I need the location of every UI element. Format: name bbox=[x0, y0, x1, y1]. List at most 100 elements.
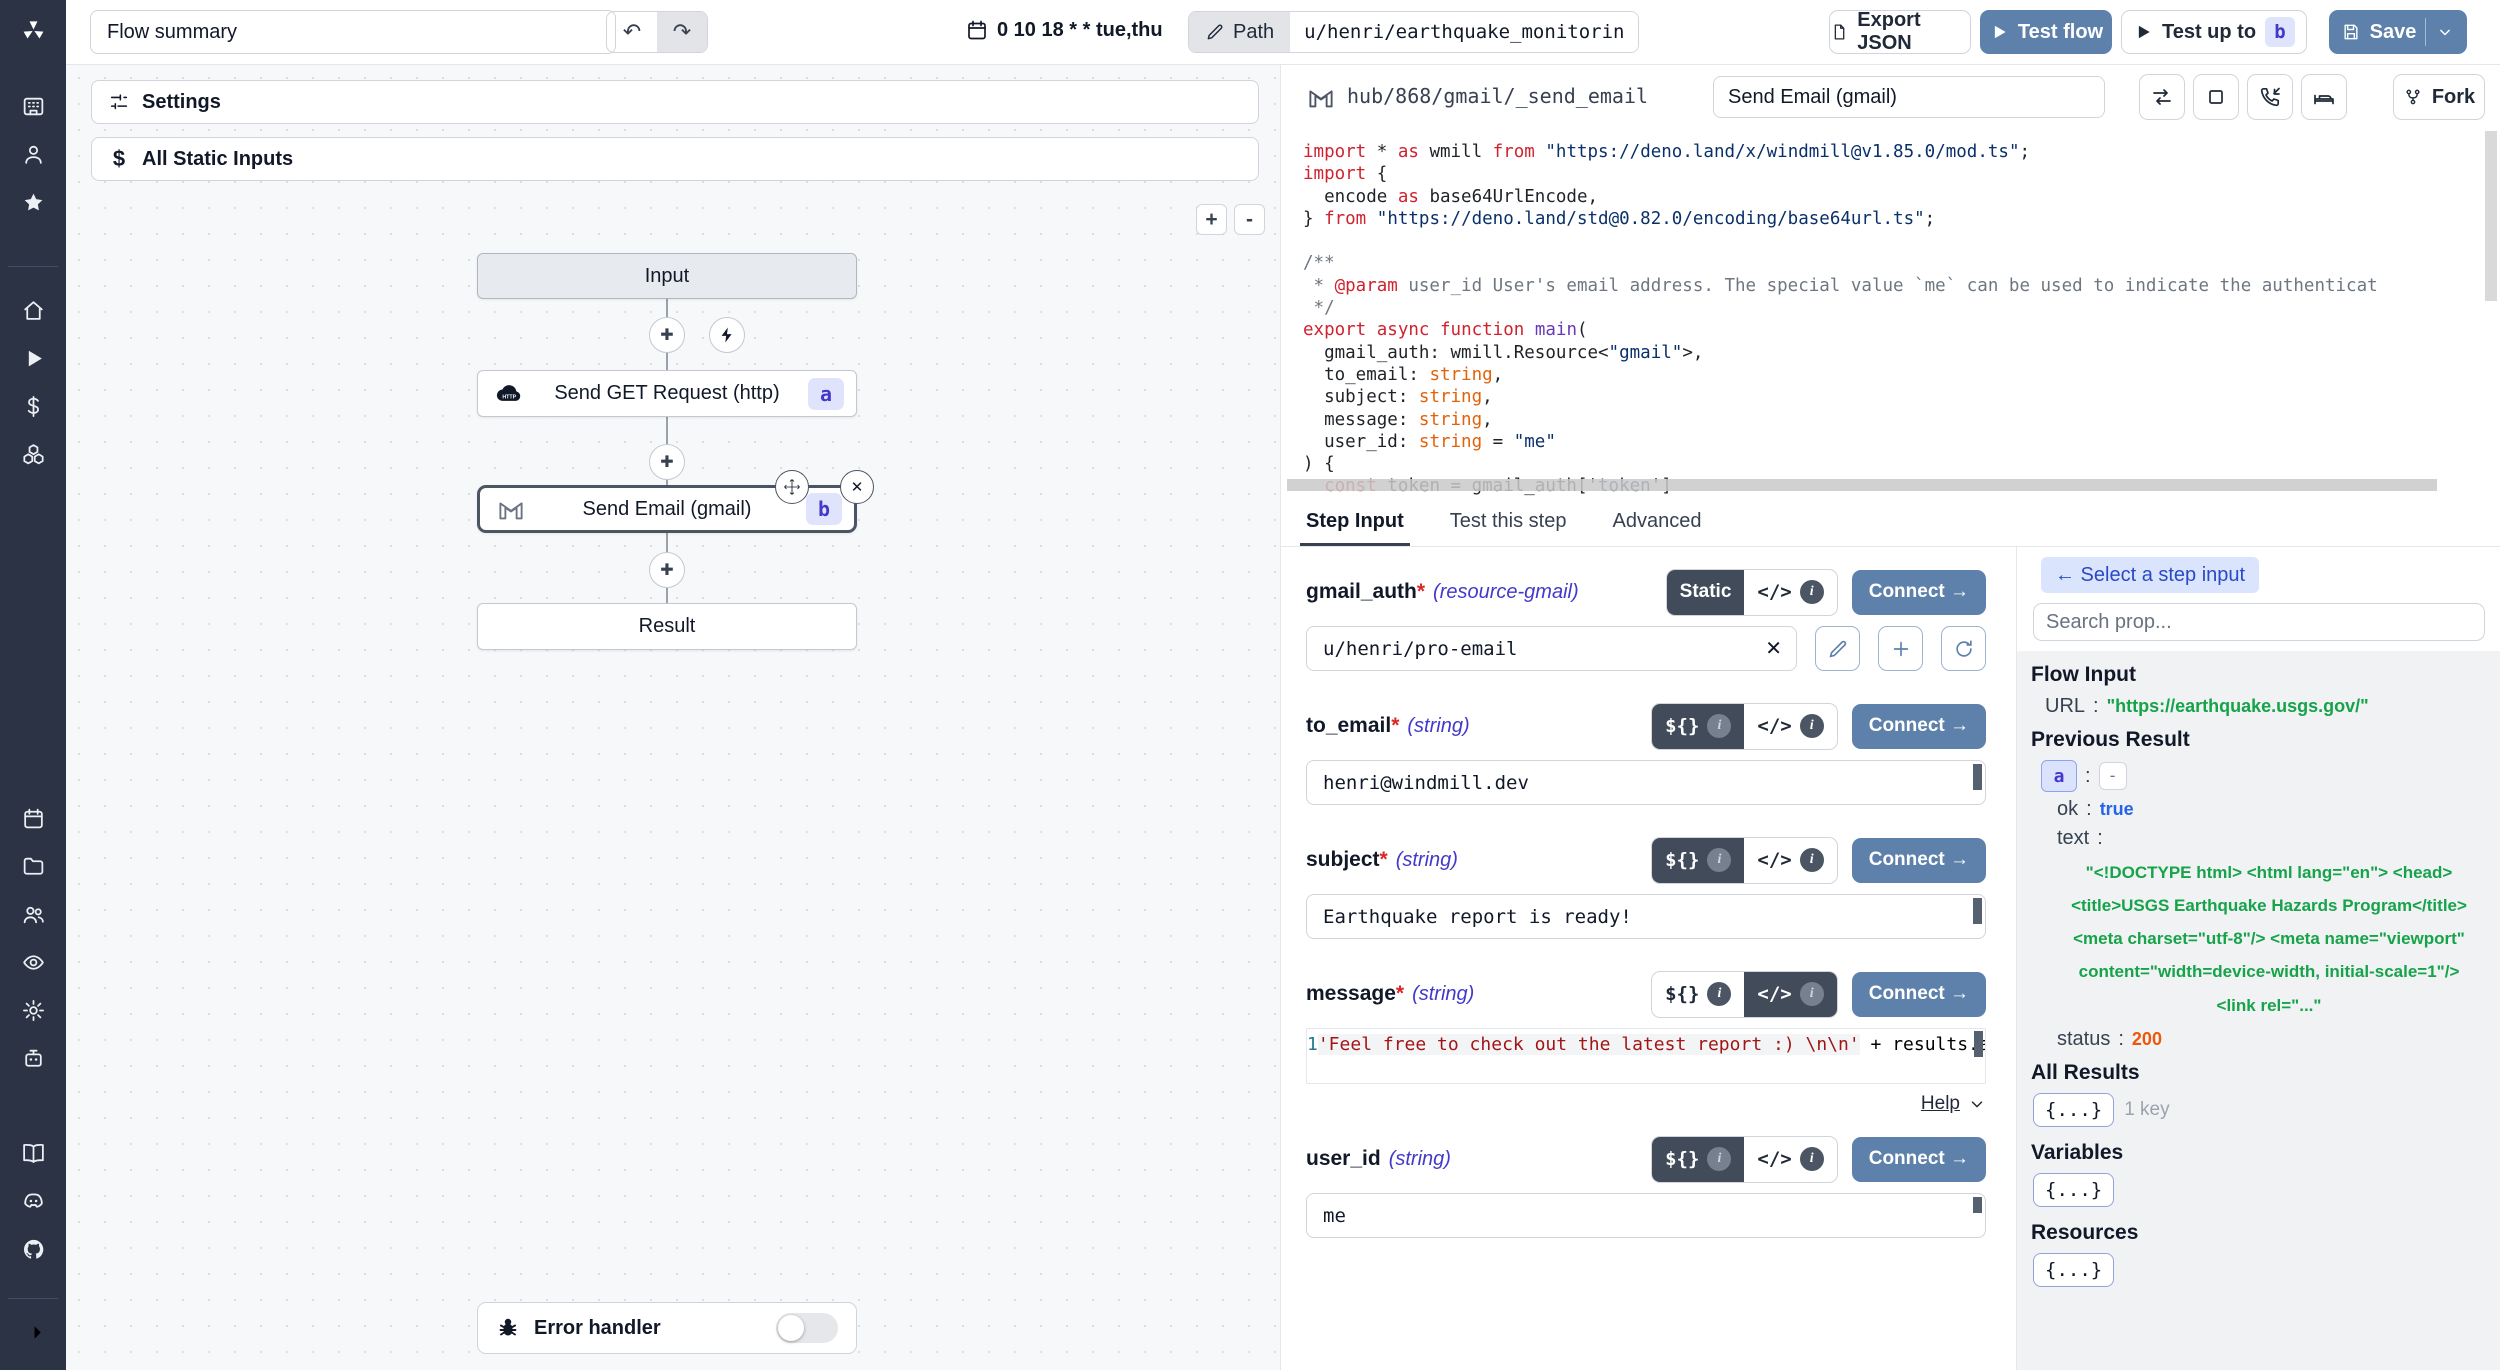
mode-static[interactable]: Static bbox=[1667, 570, 1745, 615]
info-icon: i bbox=[1707, 714, 1731, 738]
clear-icon[interactable]: ✕ bbox=[1765, 636, 1782, 661]
select-step-input-chip[interactable]: ← Select a step input bbox=[2041, 557, 2259, 593]
connect-button[interactable]: Connect → bbox=[1852, 704, 1986, 749]
redo-button[interactable]: ↷ bbox=[657, 12, 707, 52]
mode-code[interactable]: </>i bbox=[1744, 972, 1836, 1017]
help-link[interactable]: Help bbox=[1921, 1093, 1960, 1115]
sidebar-item-user[interactable] bbox=[13, 134, 53, 174]
step-a-badge[interactable]: a bbox=[2041, 760, 2077, 792]
code-editor[interactable]: import * as wmill from "https://deno.lan… bbox=[1281, 129, 2500, 497]
connect-button[interactable]: Connect → bbox=[1852, 972, 1986, 1017]
connect-button[interactable]: Connect → bbox=[1852, 838, 1986, 883]
trigger-bolt-button[interactable] bbox=[709, 317, 745, 353]
fork-button[interactable]: Fork bbox=[2393, 74, 2485, 120]
schedule-summary[interactable]: 0 10 18 * * tue,thu bbox=[965, 18, 1163, 42]
add-step-button[interactable]: ✚ bbox=[649, 444, 685, 480]
user-id-input[interactable] bbox=[1321, 1204, 1971, 1228]
prop-value-text-block[interactable]: "<!DOCTYPE html> <html lang="en"> <head>… bbox=[2059, 856, 2479, 1022]
mode-code[interactable]: </>i bbox=[1744, 838, 1836, 883]
connect-button[interactable]: Connect → bbox=[1852, 1137, 1986, 1182]
sidebar-item-settings[interactable] bbox=[13, 990, 53, 1030]
add-resource-button[interactable] bbox=[1878, 626, 1923, 671]
error-handler-bar[interactable]: Error handler bbox=[477, 1302, 857, 1354]
sidebar-item-resources[interactable] bbox=[13, 434, 53, 474]
input-mode-toggle: ${}i </>i bbox=[1651, 1136, 1838, 1183]
vertical-scrollbar[interactable] bbox=[2485, 131, 2497, 301]
sidebar-item-docs[interactable] bbox=[13, 1133, 53, 1173]
flow-node-input[interactable]: Input bbox=[477, 253, 857, 299]
flow-settings-bar[interactable]: Settings bbox=[91, 80, 1259, 124]
sidebar-item-favorites[interactable] bbox=[13, 182, 53, 222]
tab-test-this-step[interactable]: Test this step bbox=[1450, 497, 1567, 546]
move-step-handle[interactable] bbox=[775, 470, 809, 504]
subject-input[interactable] bbox=[1321, 905, 1971, 929]
connect-button[interactable]: Connect → bbox=[1852, 570, 1986, 615]
mode-template[interactable]: ${}i bbox=[1652, 1137, 1744, 1182]
suspend-button[interactable] bbox=[2247, 74, 2293, 120]
sidebar-item-github[interactable] bbox=[13, 1229, 53, 1269]
flow-node-result[interactable]: Result bbox=[477, 603, 857, 650]
gmail-auth-input[interactable] bbox=[1321, 637, 1765, 661]
to-email-input[interactable] bbox=[1321, 771, 1971, 795]
sidebar-item-audit-logs[interactable] bbox=[13, 942, 53, 982]
flow-summary-input[interactable] bbox=[90, 10, 616, 54]
sleep-button[interactable] bbox=[2301, 74, 2347, 120]
subject-input-wrap bbox=[1306, 894, 1986, 939]
search-prop-input[interactable] bbox=[2033, 603, 2485, 641]
add-step-button[interactable]: ✚ bbox=[649, 317, 685, 353]
tab-advanced[interactable]: Advanced bbox=[1612, 497, 1701, 546]
zoom-in-button[interactable]: + bbox=[1196, 204, 1227, 235]
sidebar-item-workers[interactable] bbox=[13, 1038, 53, 1078]
expand-object-button[interactable]: {...} bbox=[2033, 1173, 2114, 1207]
mode-template[interactable]: ${}i bbox=[1652, 972, 1744, 1017]
flow-node-http[interactable]: HTTP Send GET Request (http) a bbox=[477, 370, 857, 417]
sidebar-item-discord[interactable] bbox=[13, 1181, 53, 1221]
prop-row-status[interactable]: status : 200 bbox=[2057, 1028, 2489, 1051]
tab-step-input[interactable]: Step Input bbox=[1306, 497, 1404, 546]
windmill-logo-icon[interactable] bbox=[13, 10, 53, 50]
expand-sidebar-button[interactable] bbox=[13, 1312, 53, 1352]
script-hub-path[interactable]: hub/868/gmail/_send_email bbox=[1347, 84, 1648, 108]
error-handler-toggle[interactable] bbox=[776, 1313, 838, 1343]
delete-step-button[interactable]: ✕ bbox=[840, 470, 874, 504]
save-button[interactable]: Save bbox=[2329, 10, 2467, 54]
expand-object-button[interactable]: {...} bbox=[2033, 1253, 2114, 1287]
add-step-button[interactable]: ✚ bbox=[649, 552, 685, 588]
step-name-input[interactable] bbox=[1713, 76, 2105, 118]
sidebar-item-home[interactable] bbox=[13, 290, 53, 330]
prop-row-url[interactable]: URL : "https://earthquake.usgs.gov/" bbox=[2045, 695, 2489, 718]
sidebar-item-groups[interactable] bbox=[13, 894, 53, 934]
mode-code[interactable]: </>i bbox=[1744, 1137, 1836, 1182]
horizontal-scrollbar[interactable] bbox=[1287, 479, 2437, 491]
sidebar-item-runs[interactable] bbox=[13, 338, 53, 378]
mode-template[interactable]: ${}i bbox=[1652, 704, 1744, 749]
edit-resource-button[interactable] bbox=[1815, 626, 1860, 671]
mode-code[interactable]: </>i bbox=[1744, 704, 1836, 749]
refresh-resource-button[interactable] bbox=[1941, 626, 1986, 671]
sidebar-item-schedules[interactable] bbox=[13, 798, 53, 838]
test-up-to-button[interactable]: Test up to b bbox=[2121, 10, 2307, 54]
edit-path-button[interactable]: Path bbox=[1189, 12, 1290, 52]
collapse-button[interactable]: - bbox=[2099, 762, 2127, 790]
prop-row-text[interactable]: text : bbox=[2057, 827, 2489, 850]
code-line: message: string, bbox=[1303, 409, 2500, 431]
mode-code[interactable]: </>i bbox=[1744, 570, 1836, 615]
zoom-out-button[interactable]: - bbox=[1234, 204, 1265, 235]
mode-template[interactable]: ${}i bbox=[1652, 838, 1744, 883]
test-flow-button[interactable]: Test flow bbox=[1980, 10, 2112, 54]
sidebar-item-folders[interactable] bbox=[13, 846, 53, 886]
sidebar-item-workspace[interactable] bbox=[13, 86, 53, 126]
expand-object-button[interactable]: {...} bbox=[2033, 1093, 2114, 1127]
prop-row-ok[interactable]: ok : true bbox=[2057, 798, 2489, 821]
sliders-icon bbox=[108, 91, 130, 113]
chevron-down-icon[interactable] bbox=[2435, 22, 2455, 42]
flow-path-value[interactable]: u/henri/earthquake_monitorin bbox=[1290, 12, 1638, 52]
retries-button[interactable] bbox=[2139, 74, 2185, 120]
sidebar-item-variables[interactable] bbox=[13, 386, 53, 426]
message-expression-editor[interactable]: 1 'Feel free to check out the latest rep… bbox=[1306, 1028, 1986, 1084]
square-icon bbox=[2204, 85, 2228, 109]
undo-button[interactable]: ↶ bbox=[607, 12, 657, 52]
early-stop-button[interactable] bbox=[2193, 74, 2239, 120]
all-static-inputs-bar[interactable]: $ All Static Inputs bbox=[91, 137, 1259, 181]
export-json-button[interactable]: Export JSON bbox=[1829, 10, 1971, 54]
